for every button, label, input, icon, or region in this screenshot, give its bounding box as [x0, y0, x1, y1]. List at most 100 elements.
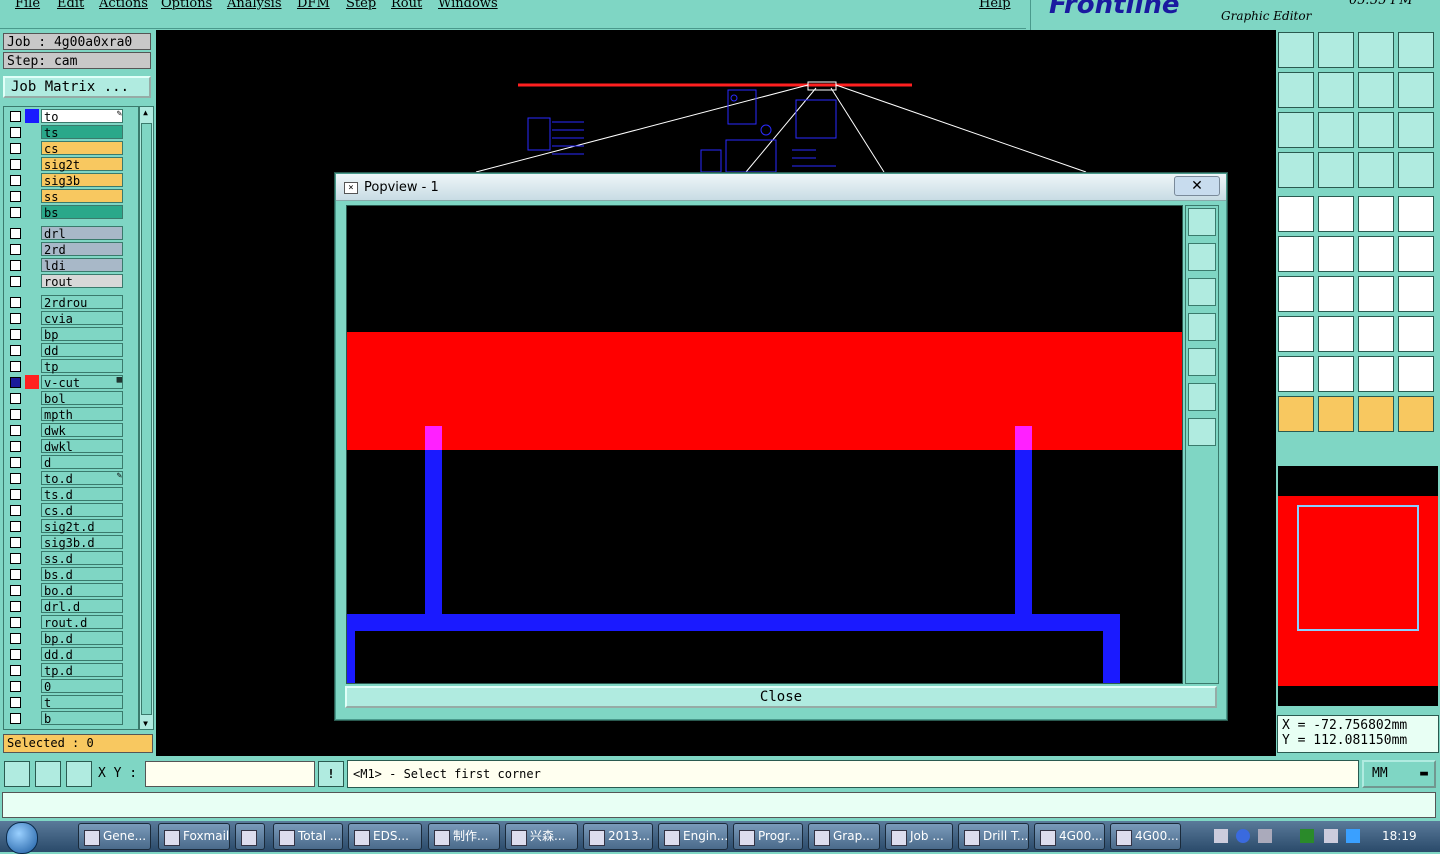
layer-name[interactable]: 2rdrou — [41, 295, 123, 310]
snap-tool-icon[interactable] — [4, 761, 30, 787]
layer-row[interactable]: bp.d — [4, 631, 138, 646]
pan-left-icon[interactable] — [1278, 72, 1314, 108]
layer-checkbox[interactable] — [10, 409, 21, 420]
layer-row[interactable]: bs.d — [4, 567, 138, 582]
scroll-up-icon[interactable]: ▲ — [141, 108, 150, 117]
menu-step[interactable]: Step — [346, 0, 376, 11]
layer-name[interactable]: cs — [41, 141, 123, 156]
layer-name[interactable]: ss.d — [41, 551, 123, 566]
layer-name[interactable]: drl — [41, 226, 123, 241]
layer-row[interactable]: ss.d — [4, 551, 138, 566]
layer-checkbox[interactable] — [10, 313, 21, 324]
layer-checkbox[interactable] — [10, 377, 21, 388]
layer-checkbox[interactable] — [10, 713, 21, 724]
menu-rout[interactable]: Rout — [391, 0, 422, 11]
layer-row[interactable]: mpth — [4, 407, 138, 422]
layer-row[interactable]: sig2t.d — [4, 519, 138, 534]
layer-name[interactable]: bp.d — [41, 631, 123, 646]
job-matrix-button[interactable]: Job Matrix ... — [3, 76, 151, 98]
layer-checkbox[interactable] — [10, 537, 21, 548]
layer-name[interactable]: rout — [41, 274, 123, 289]
layer-name[interactable]: dwk — [41, 423, 123, 438]
layer-row[interactable]: dd — [4, 343, 138, 358]
pop-zoom-fit-icon[interactable] — [1188, 418, 1216, 446]
layer-row[interactable]: ts — [4, 125, 138, 140]
record-icon[interactable] — [1398, 196, 1434, 232]
layer-name[interactable]: tp — [41, 359, 123, 374]
layer-orange-icon[interactable] — [1398, 152, 1434, 188]
layer-name[interactable]: to.d — [41, 471, 123, 486]
layer-name[interactable]: ts.d — [41, 487, 123, 502]
taskbar-item[interactable]: Grap... — [808, 823, 880, 850]
layer-row[interactable]: rout — [4, 274, 138, 289]
popview-titlebar[interactable]: × Popview - 1 ✕ — [336, 174, 1226, 201]
shapes-icon[interactable] — [1398, 316, 1434, 352]
layer-checkbox[interactable] — [10, 425, 21, 436]
layer-row[interactable]: cs — [4, 141, 138, 156]
layer-name[interactable]: bol — [41, 391, 123, 406]
layer-checkbox[interactable] — [10, 207, 21, 218]
layer-row[interactable]: bol — [4, 391, 138, 406]
triangle-top-icon[interactable] — [1358, 356, 1394, 392]
pan-right-icon[interactable] — [1318, 72, 1354, 108]
layer-name[interactable]: dwkl — [41, 439, 123, 454]
pop-pan-left-icon[interactable] — [1188, 313, 1216, 341]
layer-row[interactable]: ss — [4, 189, 138, 204]
layer-checkbox[interactable] — [10, 521, 21, 532]
layer-name[interactable]: bp — [41, 327, 123, 342]
layer-name[interactable]: d — [41, 455, 123, 470]
layer-checkbox[interactable] — [10, 569, 21, 580]
menu-options[interactable]: Options — [161, 0, 212, 11]
layer-name[interactable]: drl.d — [41, 599, 123, 614]
layer-row[interactable]: 2rdrou — [4, 295, 138, 310]
layer-row[interactable]: drl.d — [4, 599, 138, 614]
layer-row[interactable]: dwkl — [4, 439, 138, 454]
layer-row[interactable]: sig3b — [4, 173, 138, 188]
redraw-icon[interactable] — [1398, 72, 1434, 108]
layer-name[interactable]: b — [41, 711, 123, 726]
taskbar-item[interactable]: Foxmail — [158, 823, 230, 850]
layer-checkbox[interactable] — [10, 697, 21, 708]
scale-1-2-icon[interactable] — [1358, 112, 1394, 148]
layer-row[interactable]: d — [4, 455, 138, 470]
layer-name[interactable]: bo.d — [41, 583, 123, 598]
connect-nodes-icon[interactable] — [1278, 236, 1314, 272]
layer-checkbox[interactable] — [10, 159, 21, 170]
layer-checkbox[interactable] — [10, 489, 21, 500]
layer-row[interactable]: b — [4, 711, 138, 726]
layer-row[interactable]: tp.d — [4, 663, 138, 678]
layer-checkbox[interactable] — [10, 617, 21, 628]
monitor-icon[interactable] — [1324, 829, 1338, 843]
layer-row[interactable]: ts.d — [4, 487, 138, 502]
layer-checkbox[interactable] — [10, 276, 21, 287]
overview-map[interactable] — [1278, 466, 1438, 706]
measure-ruler-icon[interactable] — [1358, 196, 1394, 232]
taskbar-item[interactable]: Total ... — [273, 823, 343, 850]
layer-name[interactable]: sig3b — [41, 173, 123, 188]
layer-checkbox[interactable] — [10, 649, 21, 660]
layer-checkbox[interactable] — [10, 505, 21, 516]
pop-zoom-home-icon[interactable] — [1188, 383, 1216, 411]
pointer-frame-2-icon[interactable] — [1358, 396, 1394, 432]
layer-checkbox[interactable] — [10, 361, 21, 372]
layer-name[interactable]: ss — [41, 189, 123, 204]
zoom-fit-icon[interactable] — [1278, 112, 1314, 148]
layer-checkbox[interactable] — [10, 175, 21, 186]
layer-row[interactable]: cvia — [4, 311, 138, 326]
layer-checkbox[interactable] — [10, 585, 21, 596]
layer-name[interactable]: to — [41, 109, 123, 124]
layer-checkbox[interactable] — [10, 553, 21, 564]
popview-canvas[interactable] — [346, 205, 1183, 684]
settings-icon[interactable] — [1258, 829, 1272, 843]
window-close-button[interactable]: ✕ — [1174, 176, 1220, 196]
start-button[interactable] — [6, 822, 38, 854]
help-icon[interactable] — [1236, 829, 1250, 843]
layer-row[interactable]: bs — [4, 205, 138, 220]
xy-input[interactable] — [145, 761, 315, 787]
popview-close-button[interactable]: Close — [345, 686, 1217, 708]
taskbar-item[interactable]: EDS... — [348, 823, 422, 850]
layer-name[interactable]: sig2t.d — [41, 519, 123, 534]
triangle-icon[interactable] — [1278, 356, 1314, 392]
layer-checkbox[interactable] — [10, 441, 21, 452]
snap-point-icon[interactable] — [1278, 316, 1314, 352]
